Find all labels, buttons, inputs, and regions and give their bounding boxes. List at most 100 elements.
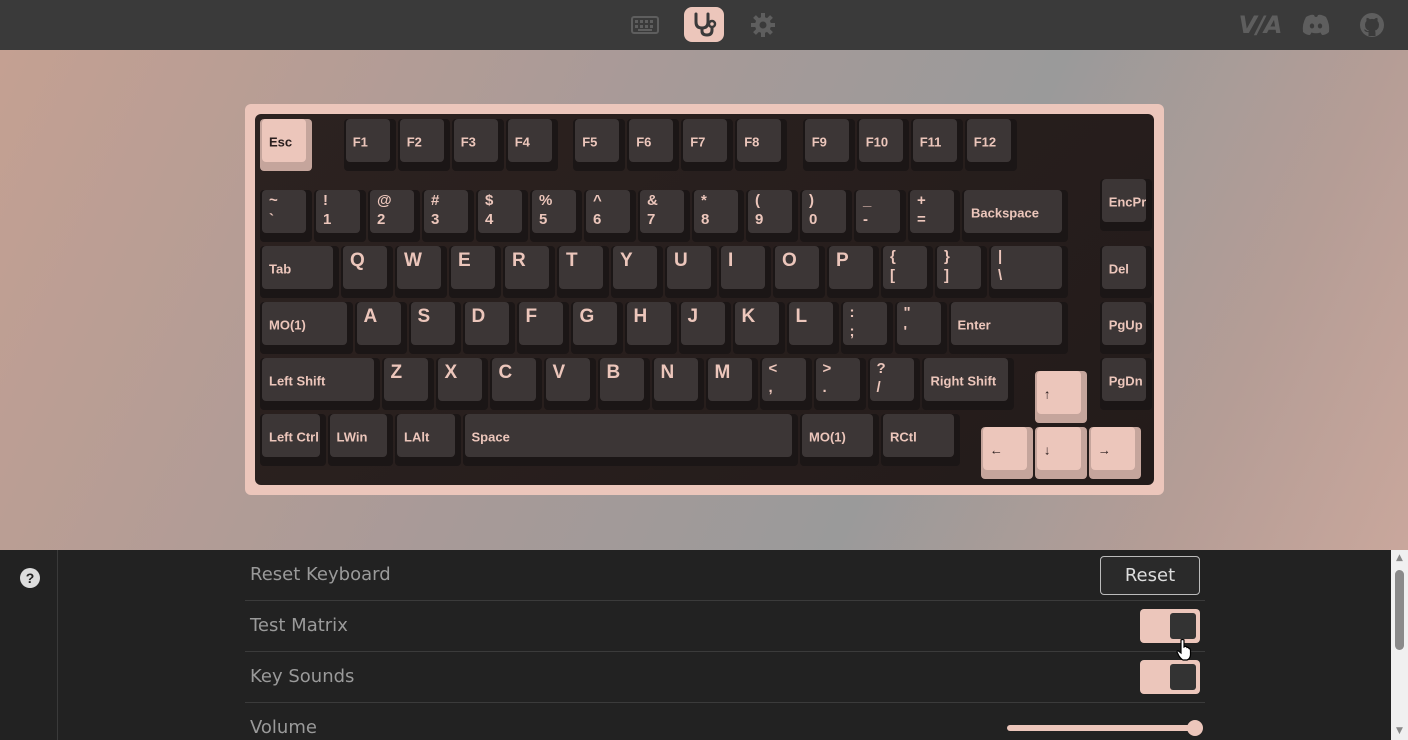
- key[interactable]: Space: [462, 414, 798, 466]
- key[interactable]: Backspace: [962, 190, 1068, 242]
- key[interactable]: W: [395, 246, 447, 298]
- volume-slider-thumb[interactable]: [1187, 720, 1203, 736]
- key[interactable]: ←: [980, 427, 1033, 479]
- key[interactable]: U: [665, 246, 717, 298]
- key[interactable]: V: [543, 358, 596, 410]
- key[interactable]: Right Shift: [921, 358, 1014, 410]
- key[interactable]: G: [570, 302, 623, 354]
- key[interactable]: F2: [397, 119, 450, 171]
- key[interactable]: LWin: [327, 414, 393, 466]
- key[interactable]: S: [408, 302, 461, 354]
- key[interactable]: Tab: [260, 246, 339, 298]
- key[interactable]: ↓: [1034, 427, 1087, 479]
- key[interactable]: * 8: [692, 190, 744, 242]
- key[interactable]: | \: [989, 246, 1068, 298]
- key[interactable]: N: [651, 358, 704, 410]
- github-link[interactable]: [1357, 10, 1387, 40]
- key[interactable]: RCtl: [881, 414, 960, 466]
- key[interactable]: ~ `: [260, 190, 312, 242]
- key[interactable]: LAlt: [395, 414, 461, 466]
- key[interactable]: % 5: [530, 190, 582, 242]
- key[interactable]: F1: [343, 119, 396, 171]
- key[interactable]: X: [435, 358, 488, 410]
- key[interactable]: C: [489, 358, 542, 410]
- scroll-down-arrow[interactable]: ▼: [1391, 723, 1408, 740]
- key[interactable]: F12: [964, 119, 1017, 171]
- keycap: F2: [399, 119, 444, 162]
- keycap: {[: [883, 246, 927, 289]
- key[interactable]: B: [597, 358, 650, 410]
- key[interactable]: F5: [573, 119, 626, 171]
- key[interactable]: D: [462, 302, 515, 354]
- key[interactable]: " ': [894, 302, 947, 354]
- key[interactable]: O: [773, 246, 825, 298]
- key[interactable]: Esc: [260, 119, 312, 171]
- key[interactable]: K: [732, 302, 785, 354]
- key[interactable]: Y: [611, 246, 663, 298]
- key[interactable]: Z: [381, 358, 434, 410]
- key[interactable]: & 7: [638, 190, 690, 242]
- key[interactable]: $4: [476, 190, 528, 242]
- key[interactable]: ) 0: [800, 190, 852, 242]
- key[interactable]: F8: [735, 119, 788, 171]
- key[interactable]: F7: [681, 119, 734, 171]
- key[interactable]: ? /: [867, 358, 920, 410]
- key[interactable]: F11: [910, 119, 963, 171]
- key[interactable]: F3: [451, 119, 504, 171]
- key[interactable]: J: [678, 302, 731, 354]
- key[interactable]: F: [516, 302, 569, 354]
- settings-tab[interactable]: [743, 7, 783, 42]
- key[interactable]: ! 1: [314, 190, 366, 242]
- key[interactable]: MO(1): [800, 414, 879, 466]
- scroll-thumb[interactable]: [1395, 570, 1404, 650]
- key[interactable]: A: [354, 302, 407, 354]
- help-icon[interactable]: ?: [20, 568, 40, 588]
- key[interactable]: I: [719, 246, 771, 298]
- key[interactable]: PgDn: [1099, 358, 1152, 410]
- keycap-legend: B: [606, 362, 621, 383]
- key[interactable]: Q: [341, 246, 393, 298]
- key-sounds-toggle[interactable]: [1140, 660, 1200, 694]
- key[interactable]: F10: [856, 119, 909, 171]
- key[interactable]: :;: [840, 302, 893, 354]
- keycap-legend: P: [836, 250, 849, 271]
- scroll-up-arrow[interactable]: ▲: [1391, 550, 1408, 567]
- key[interactable]: _ -: [854, 190, 906, 242]
- key[interactable]: >.: [813, 358, 866, 410]
- key[interactable]: M: [705, 358, 758, 410]
- key[interactable]: Del: [1099, 246, 1152, 298]
- key[interactable]: ↑: [1034, 371, 1087, 423]
- key[interactable]: L: [786, 302, 839, 354]
- key[interactable]: Left Shift: [260, 358, 380, 410]
- key[interactable]: F4: [505, 119, 558, 171]
- key[interactable]: PgUp: [1099, 302, 1152, 354]
- key[interactable]: }]: [935, 246, 987, 298]
- key[interactable]: {[: [881, 246, 933, 298]
- key[interactable]: P: [827, 246, 879, 298]
- key[interactable]: EncPrs: [1099, 179, 1152, 231]
- scrollbar[interactable]: ▲ ▼: [1391, 550, 1408, 740]
- key[interactable]: F6: [627, 119, 680, 171]
- key[interactable]: R: [503, 246, 555, 298]
- via-logo[interactable]: V/A: [1238, 10, 1283, 40]
- key[interactable]: →: [1088, 427, 1141, 479]
- key[interactable]: Left Ctrl: [260, 414, 326, 466]
- key[interactable]: #3: [422, 190, 474, 242]
- discord-link[interactable]: [1300, 10, 1332, 40]
- key[interactable]: F9: [802, 119, 855, 171]
- key[interactable]: T: [557, 246, 609, 298]
- debug-tab[interactable]: [684, 7, 724, 42]
- key[interactable]: ^ 6: [584, 190, 636, 242]
- reset-button[interactable]: Reset: [1100, 556, 1200, 595]
- key[interactable]: @2: [368, 190, 420, 242]
- key[interactable]: E: [449, 246, 501, 298]
- key[interactable]: Enter: [948, 302, 1068, 354]
- keycap: ! 1: [316, 190, 360, 233]
- key[interactable]: + =: [908, 190, 960, 242]
- volume-slider-track[interactable]: [1007, 725, 1197, 731]
- key[interactable]: (9: [746, 190, 798, 242]
- key[interactable]: H: [624, 302, 677, 354]
- keyboard-tab[interactable]: [625, 7, 665, 42]
- key[interactable]: <,: [759, 358, 812, 410]
- key[interactable]: MO(1): [260, 302, 353, 354]
